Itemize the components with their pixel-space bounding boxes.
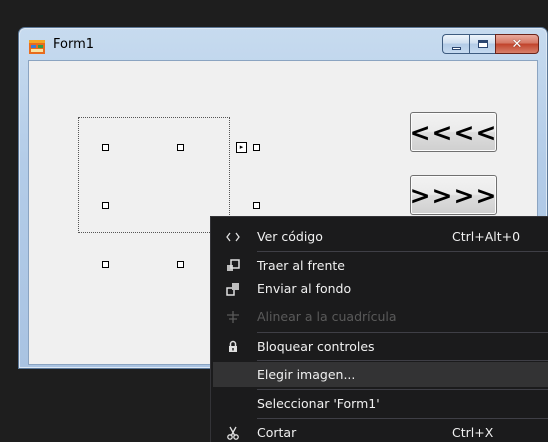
menu-item-label: Elegir imagen...	[257, 367, 356, 382]
menu-item-choose-image[interactable]: Elegir imagen...	[213, 362, 548, 387]
minimize-button[interactable]	[442, 34, 469, 54]
resize-handle-bottom-middle[interactable]	[177, 261, 184, 268]
previous-button[interactable]: <<<<	[410, 112, 497, 152]
menu-item-label: Seleccionar 'Form1'	[257, 396, 380, 411]
maximize-button[interactable]	[469, 34, 495, 54]
menu-item-select-form1[interactable]: Seleccionar 'Form1'	[213, 391, 548, 416]
bring-to-front-icon	[213, 258, 253, 273]
context-menu: Ver código Ctrl+Alt+0 Traer al frente En…	[210, 216, 548, 442]
smart-tag-arrow-icon[interactable]: ▸	[236, 142, 247, 153]
menu-item-align-to-grid: Alinear a la cuadrícula	[213, 304, 548, 329]
menu-item-label: Traer al frente	[257, 258, 345, 273]
form-app-icon	[29, 39, 45, 54]
resize-handle-middle-left[interactable]	[102, 202, 109, 209]
menu-item-lock-controls[interactable]: Bloquear controles	[213, 334, 548, 359]
menu-separator	[257, 360, 548, 361]
menu-item-view-code[interactable]: Ver código Ctrl+Alt+0	[213, 224, 548, 249]
scissors-icon	[213, 426, 253, 440]
send-to-back-icon	[213, 282, 253, 296]
lock-icon	[213, 340, 253, 353]
menu-separator	[257, 332, 548, 333]
minimize-icon	[451, 46, 461, 50]
close-button[interactable]: ✕	[495, 34, 539, 54]
title-bar[interactable]: Form1 ✕	[19, 28, 547, 59]
next-button[interactable]: >>>>	[410, 175, 497, 215]
menu-item-label: Bloquear controles	[257, 339, 375, 354]
resize-handle-top-left[interactable]	[102, 144, 109, 151]
code-icon	[213, 232, 253, 242]
maximize-icon	[477, 40, 488, 48]
menu-item-shortcut: Ctrl+X	[452, 425, 494, 440]
menu-item-label: Alinear a la cuadrícula	[257, 309, 397, 324]
menu-item-label: Cortar	[257, 425, 297, 440]
close-icon: ✕	[511, 36, 523, 52]
resize-handle-bottom-left[interactable]	[102, 261, 109, 268]
resize-handle-middle-right[interactable]	[253, 202, 260, 209]
menu-separator	[257, 389, 548, 390]
window-title: Form1	[53, 37, 95, 52]
resize-handle-top-middle[interactable]	[177, 144, 184, 151]
menu-separator	[257, 418, 548, 419]
menu-item-shortcut: Ctrl+Alt+0	[452, 229, 521, 244]
menu-item-bring-to-front[interactable]: Traer al frente	[213, 253, 548, 278]
menu-separator	[257, 251, 548, 252]
menu-item-cut[interactable]: Cortar Ctrl+X	[213, 420, 548, 442]
resize-handle-top-right[interactable]	[253, 144, 260, 151]
caption-buttons: ✕	[442, 34, 539, 54]
menu-item-label: Ver código	[257, 229, 323, 244]
align-to-grid-icon	[213, 310, 253, 324]
menu-item-label: Enviar al fondo	[257, 281, 352, 296]
menu-item-send-to-back[interactable]: Enviar al fondo	[213, 276, 548, 301]
picture-box[interactable]	[78, 117, 230, 233]
